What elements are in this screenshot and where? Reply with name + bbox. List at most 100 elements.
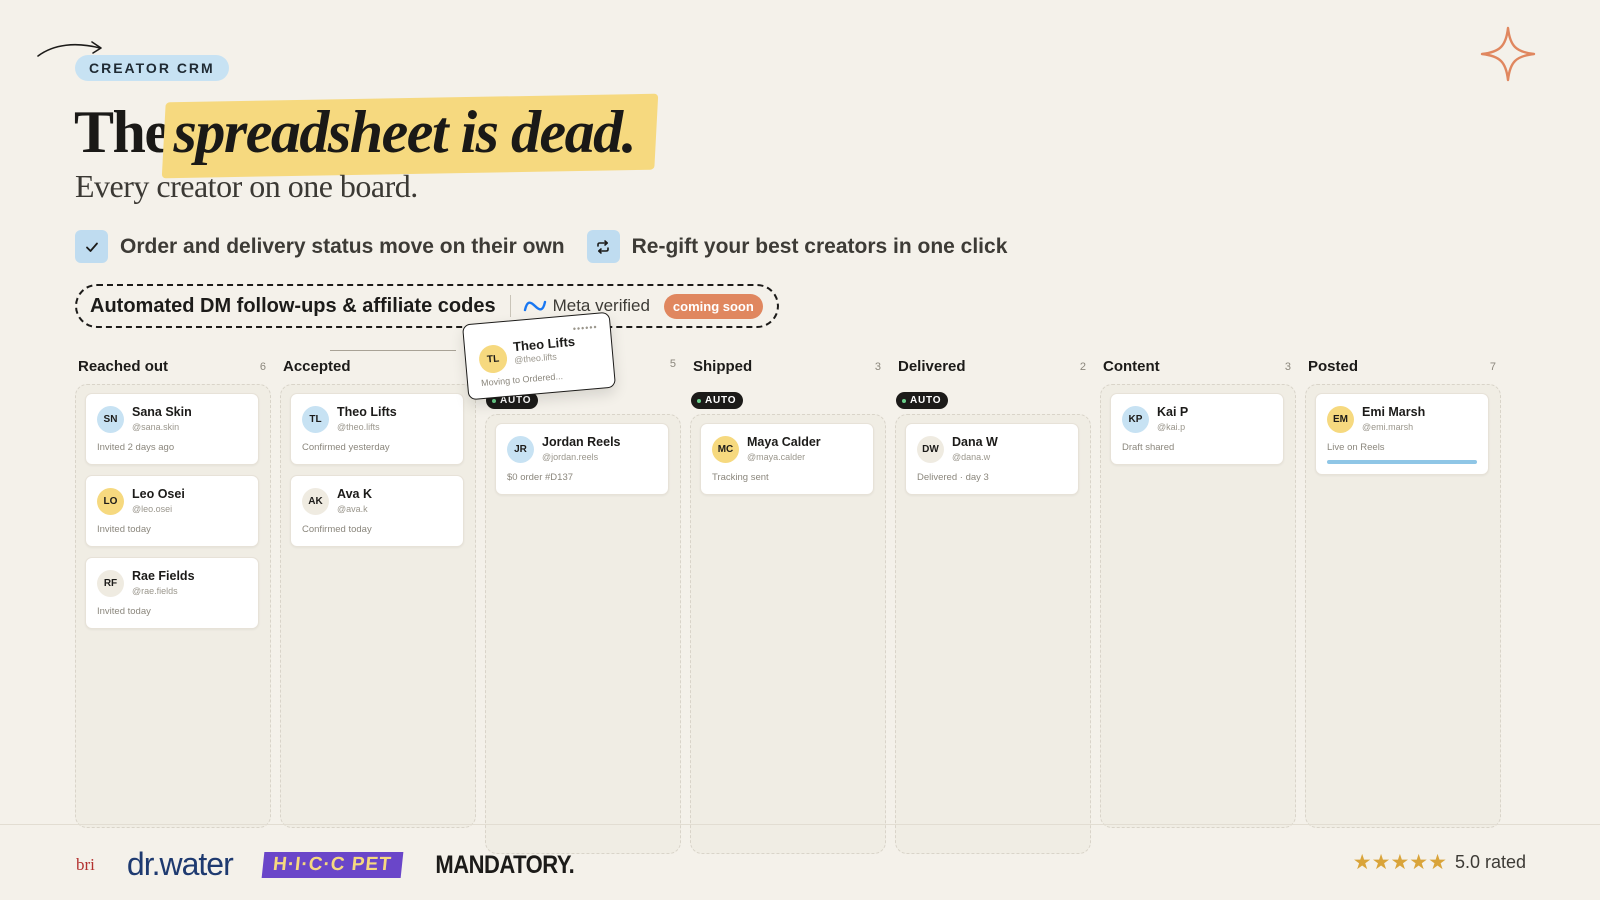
creator-handle: @ava.k — [337, 504, 368, 514]
dm-automation-banner: Automated DM follow-ups & affiliate code… — [75, 284, 779, 328]
avatar: RF — [97, 570, 124, 597]
checkmark-icon — [75, 230, 108, 263]
creator-name: Ava K — [337, 487, 372, 501]
banner-divider — [509, 295, 511, 317]
brand-logos: bri dr.water H·I·C·C PET MANDATORY. — [76, 846, 575, 883]
sparkle-icon — [1480, 26, 1536, 82]
creator-handle: @emi.marsh — [1362, 422, 1414, 432]
avatar: JR — [507, 436, 534, 463]
star-rating-icon: ★★★★★ — [1352, 851, 1447, 874]
rating: ★★★★★ 5.0 rated — [1353, 850, 1526, 875]
column-header: Content 3 — [1103, 358, 1291, 375]
column-title: Shipped — [693, 358, 753, 375]
creator-name: Rae Fields — [132, 569, 195, 583]
creator-handle: @dana.w — [952, 452, 991, 462]
avatar: TL — [477, 343, 509, 375]
creator-card[interactable]: MC Maya Calder @maya.calder Tracking sent — [700, 423, 874, 495]
dragging-card[interactable]: •••••• TL Theo Lifts @theo.lifts Moving … — [461, 311, 617, 401]
meta-logo-icon — [523, 300, 546, 312]
status-dot-icon — [902, 398, 906, 403]
feature-regift: Re-gift your best creators in one click — [586, 230, 1008, 263]
headline-prefix: The — [74, 99, 171, 165]
footer-divider — [0, 824, 1600, 825]
drag-trail — [330, 350, 456, 351]
creator-name: Theo Lifts — [512, 333, 576, 355]
creator-name: Kai P — [1157, 405, 1189, 419]
creator-name: Emi Marsh — [1362, 405, 1426, 419]
card-status: Live on Reels — [1327, 442, 1385, 453]
card-status: Confirmed today — [302, 524, 372, 535]
status-dot-icon — [697, 398, 701, 403]
logo-mandatory: MANDATORY. — [435, 849, 575, 879]
avatar: SN — [97, 406, 124, 433]
column-count: 5 — [669, 358, 676, 370]
creator-name: Theo Lifts — [337, 405, 397, 419]
column-header: Reached out 6 — [78, 358, 266, 375]
avatar: KP — [1122, 406, 1149, 433]
creator-name: Dana W — [952, 435, 998, 449]
creator-handle: @jordan.reels — [542, 452, 599, 462]
feature-auto-status: Order and delivery status move on their … — [75, 230, 565, 263]
card-status: Invited today — [97, 606, 151, 617]
creator-handle: @leo.osei — [132, 504, 173, 514]
logo-bri: bri — [76, 854, 95, 874]
creator-card[interactable]: KP Kai P @kai.p Draft shared — [1110, 393, 1284, 465]
column-title: Reached out — [78, 358, 169, 375]
card-status: Delivered · day 3 — [917, 472, 989, 483]
page-subtitle: Every creator on one board. — [75, 168, 418, 204]
column-count: 6 — [259, 360, 266, 373]
logo-hicc-pet: H·I·C·C PET — [261, 851, 403, 878]
avatar: EM — [1327, 406, 1354, 433]
column-count: 3 — [874, 360, 881, 373]
creator-card[interactable]: EM Emi Marsh @emi.marsh Live on Reels — [1315, 393, 1489, 475]
column-header: Posted 7 — [1308, 358, 1496, 375]
creator-handle: @sana.skin — [132, 422, 180, 432]
creator-card[interactable]: TL Theo Lifts @theo.lifts Confirmed yesterd… — [290, 393, 464, 465]
column-count: 7 — [1489, 360, 1496, 373]
column-title: Posted — [1308, 358, 1359, 375]
column-count: 2 — [1079, 360, 1086, 373]
creator-card[interactable]: JR Jordan Reels @jordan.reels $0 order #D13… — [495, 423, 669, 495]
creator-card[interactable]: SN Sana Skin @sana.skin Invited 2 days ago — [85, 393, 259, 465]
column-header: Delivered 2 — [898, 358, 1086, 375]
headline-highlight: spreadsheet is dead. — [161, 93, 658, 179]
auto-label: AUTO — [910, 395, 942, 406]
coming-soon-badge: coming soon — [663, 293, 763, 319]
card-status: Invited 2 days ago — [97, 442, 175, 453]
column-header: Shipped 3 — [693, 358, 881, 375]
feature-label: Re-gift your best creators in one click — [631, 234, 1008, 258]
card-status: Draft shared — [1122, 442, 1175, 453]
column-title: Content — [1103, 358, 1160, 375]
column-header: Accepted — [283, 358, 471, 375]
logo-drwater: dr.water — [126, 846, 234, 882]
column-title: Delivered — [898, 358, 966, 375]
avatar: AK — [302, 488, 329, 515]
feature-label: Order and delivery status move on their … — [120, 234, 565, 258]
auto-badge: AUTO — [691, 392, 744, 409]
repeat-icon — [586, 230, 620, 263]
status-dot-icon — [492, 398, 496, 403]
creator-card[interactable]: RF Rae Fields @rae.fields Invited today — [85, 557, 259, 629]
headline-highlight-text: spreadsheet is dead. — [173, 99, 637, 165]
rating-label: 5.0 rated — [1454, 852, 1526, 872]
creator-name: Sana Skin — [132, 405, 192, 419]
creator-card[interactable]: LO Leo Osei @leo.osei Invited today — [85, 475, 259, 547]
drag-handle-icon[interactable]: •••••• — [572, 322, 598, 334]
eyebrow-badge: CREATOR CRM — [75, 55, 229, 81]
auto-label: AUTO — [705, 395, 737, 406]
card-status: Invited today — [97, 524, 151, 535]
avatar: MC — [712, 436, 739, 463]
auto-badge: AUTO — [896, 392, 949, 409]
column-count: 3 — [1284, 360, 1291, 373]
creator-card[interactable]: AK Ava K @ava.k Confirmed today — [290, 475, 464, 547]
creator-card[interactable]: DW Dana W @dana.w Delivered · day 3 — [905, 423, 1079, 495]
creator-name: Maya Calder — [747, 435, 821, 449]
creator-handle: @kai.p — [1157, 422, 1186, 432]
card-status: $0 order #D137 — [507, 472, 574, 483]
card-status: Tracking sent — [712, 472, 769, 483]
creator-handle: @rae.fields — [132, 586, 178, 596]
avatar: DW — [917, 436, 944, 463]
card-status: Confirmed yesterday — [302, 442, 390, 453]
avatar: LO — [97, 488, 124, 515]
avatar: TL — [302, 406, 329, 433]
